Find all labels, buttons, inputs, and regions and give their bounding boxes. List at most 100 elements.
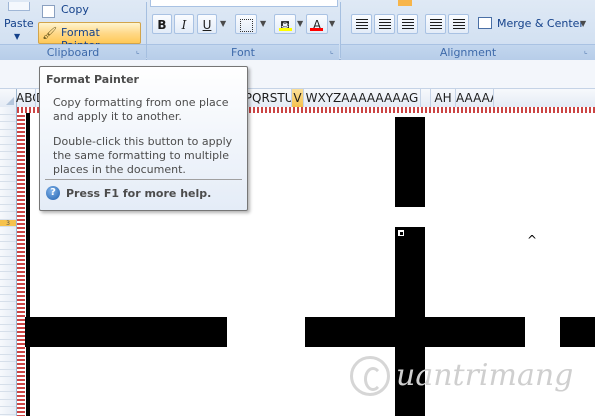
copy-label: Copy	[61, 3, 89, 16]
row-header[interactable]	[0, 197, 16, 205]
ribbon: Paste ▼ Copy 🖌 Format Painter Clipboard …	[0, 0, 595, 60]
copy-button[interactable]: Copy	[40, 1, 140, 19]
row-header[interactable]	[0, 385, 16, 392]
merge-center-button[interactable]: Merge & Center ▼	[476, 14, 588, 34]
row-header[interactable]	[0, 250, 16, 257]
row-header[interactable]	[0, 280, 16, 287]
row-header[interactable]	[0, 407, 16, 415]
row-header[interactable]	[0, 265, 16, 272]
column-header[interactable]: ABC	[16, 89, 36, 107]
decrease-indent-icon	[430, 19, 442, 29]
row-header[interactable]	[0, 400, 16, 407]
column-header[interactable]	[421, 89, 431, 107]
row-header[interactable]	[0, 362, 16, 370]
format-painter-button[interactable]: 🖌 Format Painter	[38, 22, 141, 52]
column-header[interactable]: V	[292, 89, 304, 107]
row-header[interactable]	[0, 137, 16, 145]
tooltip-divider	[45, 179, 242, 180]
row-header[interactable]	[0, 272, 16, 280]
row-header[interactable]	[0, 152, 16, 160]
align-left-icon	[356, 19, 368, 29]
row-header[interactable]: 3	[0, 219, 16, 227]
tooltip-help-text: Press F1 for more help.	[66, 187, 212, 200]
font-color-button[interactable]: A	[306, 14, 328, 34]
column-header[interactable]: AH	[431, 89, 456, 107]
italic-button[interactable]: I	[174, 14, 194, 34]
row-header[interactable]	[0, 115, 16, 122]
align-right-button[interactable]	[397, 14, 418, 34]
paste-dropdown-icon[interactable]: ▼	[14, 32, 20, 41]
caret-mark: ^	[527, 233, 538, 247]
align-center-button[interactable]	[374, 14, 395, 34]
row-header[interactable]	[0, 287, 16, 295]
select-all-button[interactable]	[0, 89, 17, 107]
increase-indent-button[interactable]	[448, 14, 469, 34]
fill-color-button[interactable]: ⛾	[274, 14, 296, 34]
row-header[interactable]	[0, 317, 16, 325]
row-header[interactable]	[0, 295, 16, 302]
row-header[interactable]	[0, 160, 16, 167]
row-header[interactable]	[0, 167, 16, 175]
alignment-group-label: Alignment	[341, 44, 595, 60]
black-fill-block	[25, 317, 227, 347]
row-header[interactable]	[0, 190, 16, 197]
decrease-indent-button[interactable]	[425, 14, 446, 34]
row-header[interactable]	[0, 205, 16, 212]
row-header[interactable]	[0, 212, 16, 220]
clipboard-dialog-launcher-icon[interactable]: ⌞	[136, 47, 144, 55]
copy-icon	[42, 5, 55, 18]
row-header[interactable]	[0, 107, 16, 115]
font-name-box[interactable]	[150, 0, 338, 7]
page-break-border-left	[17, 107, 25, 416]
merge-dropdown-icon[interactable]: ▼	[580, 19, 586, 28]
black-fill-block	[395, 117, 425, 207]
align-left-button[interactable]	[351, 14, 372, 34]
borders-button[interactable]	[235, 14, 257, 34]
row-header[interactable]	[0, 377, 16, 385]
watermark-logo-icon	[350, 356, 390, 396]
align-center-icon	[379, 19, 391, 29]
row-header[interactable]	[0, 310, 16, 317]
row-header[interactable]	[0, 182, 16, 190]
font-group-label: Font	[147, 44, 339, 60]
row-header[interactable]	[0, 392, 16, 400]
border-line	[26, 113, 30, 416]
column-header[interactable]: AAAAAA	[456, 89, 494, 107]
row-header[interactable]	[0, 332, 16, 340]
underline-dropdown-icon[interactable]: ▼	[220, 14, 226, 34]
font-dialog-launcher-icon[interactable]: ⌞	[330, 47, 338, 55]
row-header[interactable]	[0, 257, 16, 265]
row-header[interactable]	[0, 302, 16, 310]
tooltip-description-2: Double-click this button to apply the sa…	[53, 135, 233, 176]
alignment-dialog-launcher-icon[interactable]: ⌞	[584, 47, 592, 55]
tooltip-title: Format Painter	[46, 73, 139, 86]
column-header[interactable]: WXYZAAAAAAAAG	[304, 89, 421, 107]
row-header[interactable]	[0, 227, 16, 235]
underline-button[interactable]: U	[197, 14, 217, 34]
row-header[interactable]	[0, 242, 16, 250]
borders-dropdown-icon[interactable]: ▼	[260, 14, 266, 34]
clipboard-group-label: Clipboard	[0, 44, 146, 60]
row-header[interactable]	[0, 347, 16, 355]
row-header[interactable]	[0, 235, 16, 242]
row-header[interactable]	[0, 340, 16, 347]
row-header[interactable]	[0, 130, 16, 137]
font-color-dropdown-icon[interactable]: ▼	[329, 14, 335, 34]
row-header[interactable]	[0, 175, 16, 182]
merge-icon	[478, 17, 492, 29]
row-header[interactable]	[0, 370, 16, 377]
bold-button[interactable]: B	[152, 14, 172, 34]
increase-indent-icon	[453, 19, 465, 29]
row-header[interactable]	[0, 325, 16, 332]
active-cell-cursor[interactable]	[396, 228, 406, 238]
row-header[interactable]	[0, 145, 16, 152]
help-icon: ?	[46, 186, 60, 200]
black-fill-block	[560, 317, 595, 347]
fill-color-swatch	[279, 28, 292, 31]
tooltip-description: Copy formatting from one place and apply…	[53, 96, 229, 123]
row-header[interactable]	[0, 355, 16, 362]
fill-color-dropdown-icon[interactable]: ▼	[297, 14, 303, 34]
paste-button[interactable]: Paste ▼	[0, 2, 34, 42]
row-header[interactable]	[0, 122, 16, 130]
paintbrush-icon: 🖌	[42, 26, 58, 40]
